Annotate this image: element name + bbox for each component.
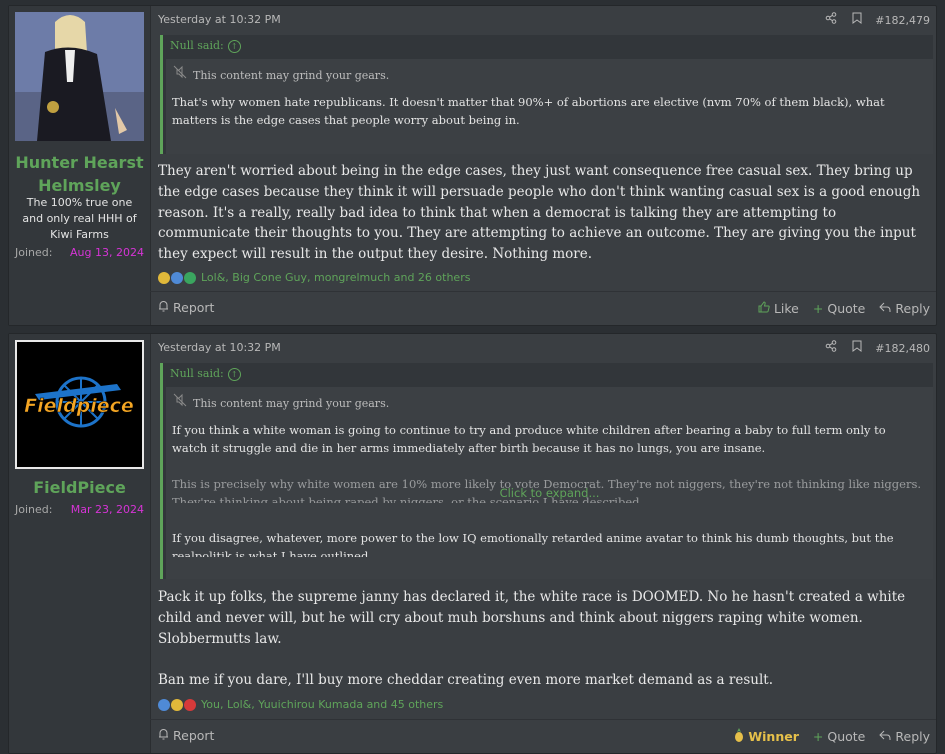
post-tools: #182,480	[823, 334, 930, 362]
content-warning: This content may grind your gears.	[173, 393, 389, 410]
quote-button[interactable]: + Quote	[813, 301, 866, 316]
avatar[interactable]: Fieldpiece	[15, 340, 144, 469]
post-number[interactable]: #182,479	[875, 14, 930, 27]
report-label[interactable]: Report	[173, 720, 214, 752]
pineapple-icon	[158, 271, 170, 284]
quote-fade	[166, 559, 933, 579]
username-line-2[interactable]: Helmsley	[9, 174, 150, 197]
post-body-p1: Pack it up folks, the supreme janny has …	[158, 589, 906, 647]
bell-icon	[158, 720, 169, 752]
reaction-names[interactable]: Lol&, Big Cone Guy, mongrelmuch and 26 o…	[201, 271, 470, 284]
quote-author[interactable]: Null said: ↑	[170, 35, 241, 57]
bookmark-icon[interactable]	[849, 340, 865, 356]
quote-label[interactable]: Quote	[827, 301, 865, 316]
pineapple-icon	[734, 727, 744, 745]
content-warning-text: This content may grind your gears.	[193, 397, 390, 410]
share-icon[interactable]	[823, 12, 839, 28]
reaction-names[interactable]: You, Lol&, Yuuichirou Kumada and 45 othe…	[201, 698, 443, 711]
quote-block: Null said: ↑ This content may grind your …	[160, 35, 933, 154]
mute-icon	[173, 393, 187, 410]
post-footer: Report Like + Quote Reply	[150, 291, 936, 325]
user-title: The 100% true one and only real HHH of K…	[22, 196, 137, 241]
username[interactable]: FieldPiece	[9, 476, 150, 499]
post-main: Yesterday at 10:32 PM #182,479 Null said…	[150, 6, 936, 325]
winner-button[interactable]: Winner	[734, 727, 799, 745]
quote-paragraph: If you disagree, whatever, more power to…	[172, 531, 894, 557]
reply-icon	[879, 729, 891, 744]
click-to-expand[interactable]: Click to expand...	[166, 486, 933, 500]
quote-button[interactable]: + Quote	[813, 729, 866, 744]
joined-label: Joined:	[15, 246, 53, 259]
plus-icon: +	[812, 728, 824, 744]
arrow-up-icon[interactable]: ↑	[227, 367, 241, 381]
thumbs-up-icon	[758, 300, 770, 316]
reactions-bar[interactable]: Lol&, Big Cone Guy, mongrelmuch and 26 o…	[158, 271, 470, 284]
quote-author-text[interactable]: Null said:	[170, 39, 224, 52]
logo-text: Fieldpiece	[24, 395, 134, 417]
post-main: Yesterday at 10:32 PM #182,480 Null said…	[150, 334, 936, 753]
bookmark-icon[interactable]	[849, 12, 865, 28]
check-icon	[184, 271, 196, 284]
quote-author[interactable]: Null said: ↑	[170, 363, 241, 385]
post-182480: Fieldpiece FieldPiece Joined: Mar 23, 20…	[8, 333, 937, 754]
like-button[interactable]: Like	[758, 301, 799, 316]
quote-body: This content may grind your gears. That'…	[166, 59, 933, 154]
like-label[interactable]: Like	[774, 301, 799, 316]
bell-icon	[158, 292, 169, 324]
footer-actions: Like + Quote Reply	[758, 292, 930, 324]
post-timestamp[interactable]: Yesterday at 10:32 PM	[158, 334, 281, 362]
quote-block: Null said: ↑ This content may grind your …	[160, 363, 933, 579]
quote-paragraph: That's why women hate republicans. It do…	[172, 95, 885, 127]
post-tools: #182,479	[823, 6, 930, 34]
joined-date: Mar 23, 2024	[70, 503, 144, 516]
joined-date: Aug 13, 2024	[70, 246, 144, 259]
report-label[interactable]: Report	[173, 292, 214, 324]
avatar[interactable]	[15, 12, 144, 141]
share-icon[interactable]	[823, 340, 839, 356]
post-number[interactable]: #182,480	[875, 342, 930, 355]
post-182479: Hunter Hearst Helmsley The 100% true one…	[8, 5, 937, 326]
reactions-bar[interactable]: You, Lol&, Yuuichirou Kumada and 45 othe…	[158, 698, 443, 711]
post-footer: Report Winner + Quote Reply	[150, 719, 936, 753]
thumbs-up-icon	[158, 698, 170, 711]
reply-button[interactable]: Reply	[879, 729, 930, 744]
quote-author-text[interactable]: Null said:	[170, 367, 224, 380]
plus-icon: +	[812, 300, 824, 316]
quote-label[interactable]: Quote	[827, 729, 865, 744]
quote-paragraph: If you think a white woman is going to c…	[172, 423, 886, 455]
avatar-image	[15, 12, 144, 141]
pineapple-icon	[171, 698, 183, 711]
fieldpiece-logo-icon: Fieldpiece	[17, 342, 142, 467]
post-body: They aren't worried about being in the e…	[158, 163, 921, 263]
reply-icon	[879, 301, 891, 316]
report-button[interactable]: Report	[158, 292, 214, 324]
reply-label[interactable]: Reply	[895, 729, 930, 744]
user-cell: Hunter Hearst Helmsley The 100% true one…	[9, 6, 151, 325]
content-warning: This content may grind your gears.	[173, 65, 389, 82]
reply-button[interactable]: Reply	[879, 301, 930, 316]
username-line-1[interactable]: Hunter Hearst	[9, 151, 150, 174]
thumbs-up-icon	[171, 271, 183, 284]
post-body-p2: Ban me if you dare, I'll buy more chedda…	[158, 672, 773, 688]
reply-label[interactable]: Reply	[895, 301, 930, 316]
winner-label[interactable]: Winner	[748, 729, 799, 744]
joined-label: Joined:	[15, 503, 53, 516]
quote-body: This content may grind your gears. If yo…	[166, 387, 933, 579]
user-cell: Fieldpiece FieldPiece Joined: Mar 23, 20…	[9, 334, 151, 753]
mute-icon	[173, 65, 187, 82]
flag-icon	[184, 698, 196, 711]
arrow-up-icon[interactable]: ↑	[227, 39, 241, 53]
post-timestamp[interactable]: Yesterday at 10:32 PM	[158, 6, 281, 34]
footer-actions: Winner + Quote Reply	[734, 720, 930, 752]
report-button[interactable]: Report	[158, 720, 214, 752]
content-warning-text: This content may grind your gears.	[193, 69, 390, 82]
